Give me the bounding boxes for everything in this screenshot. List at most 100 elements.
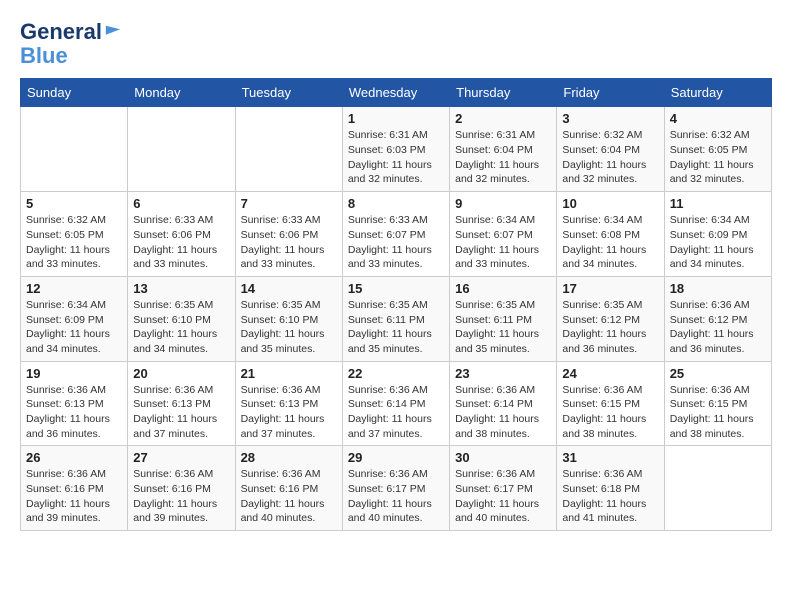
calendar-cell: 24 Sunrise: 6:36 AM Sunset: 6:15 PM Dayli… (557, 361, 664, 446)
calendar-week-2: 5 Sunrise: 6:32 AM Sunset: 6:05 PM Daylig… (21, 192, 772, 277)
calendar-cell: 7 Sunrise: 6:33 AM Sunset: 6:06 PM Daylig… (235, 192, 342, 277)
day-number: 1 (348, 111, 444, 126)
day-number: 3 (562, 111, 658, 126)
day-number: 25 (670, 366, 766, 381)
day-number: 20 (133, 366, 229, 381)
weekday-header-friday: Friday (557, 79, 664, 107)
calendar-cell: 19 Sunrise: 6:36 AM Sunset: 6:13 PM Dayli… (21, 361, 128, 446)
day-info: Sunrise: 6:36 AM Sunset: 6:15 PM Dayligh… (562, 383, 658, 442)
day-info: Sunrise: 6:32 AM Sunset: 6:05 PM Dayligh… (26, 213, 122, 272)
calendar-week-3: 12Sunrise: 6:34 AM Sunset: 6:09 PM Dayli… (21, 276, 772, 361)
day-number: 19 (26, 366, 122, 381)
day-number: 4 (670, 111, 766, 126)
day-number: 8 (348, 196, 444, 211)
day-info: Sunrise: 6:34 AM Sunset: 6:09 PM Dayligh… (670, 213, 766, 272)
day-info: Sunrise: 6:36 AM Sunset: 6:15 PM Dayligh… (670, 383, 766, 442)
day-number: 7 (241, 196, 337, 211)
calendar-cell: 5 Sunrise: 6:32 AM Sunset: 6:05 PM Daylig… (21, 192, 128, 277)
day-number: 26 (26, 450, 122, 465)
day-info: Sunrise: 6:36 AM Sunset: 6:17 PM Dayligh… (455, 467, 551, 526)
day-info: Sunrise: 6:36 AM Sunset: 6:14 PM Dayligh… (348, 383, 444, 442)
calendar-cell (21, 107, 128, 192)
logo-flag-icon (104, 23, 122, 41)
day-number: 9 (455, 196, 551, 211)
calendar-cell (235, 107, 342, 192)
calendar-cell: 1Sunrise: 6:31 AM Sunset: 6:03 PM Daylig… (342, 107, 449, 192)
calendar-cell: 2Sunrise: 6:31 AM Sunset: 6:04 PM Daylig… (450, 107, 557, 192)
weekday-header-monday: Monday (128, 79, 235, 107)
day-number: 16 (455, 281, 551, 296)
day-info: Sunrise: 6:36 AM Sunset: 6:12 PM Dayligh… (670, 298, 766, 357)
calendar-cell: 23 Sunrise: 6:36 AM Sunset: 6:14 PM Dayli… (450, 361, 557, 446)
calendar-cell: 16 Sunrise: 6:35 AM Sunset: 6:11 PM Dayli… (450, 276, 557, 361)
calendar-cell: 21 Sunrise: 6:36 AM Sunset: 6:13 PM Dayli… (235, 361, 342, 446)
day-number: 11 (670, 196, 766, 211)
calendar-cell: 18 Sunrise: 6:36 AM Sunset: 6:12 PM Dayli… (664, 276, 771, 361)
day-info: Sunrise: 6:36 AM Sunset: 6:14 PM Dayligh… (455, 383, 551, 442)
logo: General Blue (20, 20, 122, 68)
calendar-cell: 22 Sunrise: 6:36 AM Sunset: 6:14 PM Dayli… (342, 361, 449, 446)
calendar-cell: 12Sunrise: 6:34 AM Sunset: 6:09 PM Dayli… (21, 276, 128, 361)
day-info: Sunrise: 6:35 AM Sunset: 6:10 PM Dayligh… (133, 298, 229, 357)
weekday-header-saturday: Saturday (664, 79, 771, 107)
day-number: 18 (670, 281, 766, 296)
day-info: Sunrise: 6:36 AM Sunset: 6:13 PM Dayligh… (133, 383, 229, 442)
calendar-cell: 17 Sunrise: 6:35 AM Sunset: 6:12 PM Dayli… (557, 276, 664, 361)
calendar-cell: 29 Sunrise: 6:36 AM Sunset: 6:17 PM Dayli… (342, 446, 449, 531)
calendar-cell (128, 107, 235, 192)
calendar-cell: 28 Sunrise: 6:36 AM Sunset: 6:16 PM Dayli… (235, 446, 342, 531)
day-info: Sunrise: 6:36 AM Sunset: 6:16 PM Dayligh… (133, 467, 229, 526)
day-number: 6 (133, 196, 229, 211)
day-number: 15 (348, 281, 444, 296)
day-number: 13 (133, 281, 229, 296)
logo-text-general: General (20, 20, 102, 44)
calendar-cell: 3Sunrise: 6:32 AM Sunset: 6:04 PM Daylig… (557, 107, 664, 192)
day-info: Sunrise: 6:34 AM Sunset: 6:09 PM Dayligh… (26, 298, 122, 357)
weekday-header-thursday: Thursday (450, 79, 557, 107)
day-number: 27 (133, 450, 229, 465)
calendar-cell: 25 Sunrise: 6:36 AM Sunset: 6:15 PM Dayli… (664, 361, 771, 446)
day-info: Sunrise: 6:36 AM Sunset: 6:17 PM Dayligh… (348, 467, 444, 526)
day-number: 21 (241, 366, 337, 381)
calendar-cell: 8Sunrise: 6:33 AM Sunset: 6:07 PM Daylig… (342, 192, 449, 277)
calendar-cell: 6Sunrise: 6:33 AM Sunset: 6:06 PM Daylig… (128, 192, 235, 277)
day-info: Sunrise: 6:34 AM Sunset: 6:07 PM Dayligh… (455, 213, 551, 272)
calendar-cell: 13 Sunrise: 6:35 AM Sunset: 6:10 PM Dayli… (128, 276, 235, 361)
day-info: Sunrise: 6:34 AM Sunset: 6:08 PM Dayligh… (562, 213, 658, 272)
weekday-header-wednesday: Wednesday (342, 79, 449, 107)
calendar-table: SundayMondayTuesdayWednesdayThursdayFrid… (20, 78, 772, 531)
day-info: Sunrise: 6:36 AM Sunset: 6:16 PM Dayligh… (241, 467, 337, 526)
calendar-header-row: SundayMondayTuesdayWednesdayThursdayFrid… (21, 79, 772, 107)
calendar-cell: 4 Sunrise: 6:32 AM Sunset: 6:05 PM Daylig… (664, 107, 771, 192)
day-info: Sunrise: 6:36 AM Sunset: 6:13 PM Dayligh… (26, 383, 122, 442)
day-number: 31 (562, 450, 658, 465)
day-info: Sunrise: 6:36 AM Sunset: 6:18 PM Dayligh… (562, 467, 658, 526)
day-number: 30 (455, 450, 551, 465)
day-number: 24 (562, 366, 658, 381)
day-number: 5 (26, 196, 122, 211)
calendar-week-4: 19 Sunrise: 6:36 AM Sunset: 6:13 PM Dayli… (21, 361, 772, 446)
calendar-week-1: 1Sunrise: 6:31 AM Sunset: 6:03 PM Daylig… (21, 107, 772, 192)
day-info: Sunrise: 6:35 AM Sunset: 6:11 PM Dayligh… (455, 298, 551, 357)
calendar-cell: 15 Sunrise: 6:35 AM Sunset: 6:11 PM Dayli… (342, 276, 449, 361)
day-number: 23 (455, 366, 551, 381)
day-info: Sunrise: 6:36 AM Sunset: 6:16 PM Dayligh… (26, 467, 122, 526)
day-info: Sunrise: 6:33 AM Sunset: 6:06 PM Dayligh… (241, 213, 337, 272)
calendar-cell: 9 Sunrise: 6:34 AM Sunset: 6:07 PM Daylig… (450, 192, 557, 277)
calendar-cell: 30 Sunrise: 6:36 AM Sunset: 6:17 PM Dayli… (450, 446, 557, 531)
day-number: 17 (562, 281, 658, 296)
day-info: Sunrise: 6:35 AM Sunset: 6:11 PM Dayligh… (348, 298, 444, 357)
day-number: 22 (348, 366, 444, 381)
calendar-cell: 26 Sunrise: 6:36 AM Sunset: 6:16 PM Dayli… (21, 446, 128, 531)
day-number: 29 (348, 450, 444, 465)
weekday-header-tuesday: Tuesday (235, 79, 342, 107)
day-number: 14 (241, 281, 337, 296)
day-number: 2 (455, 111, 551, 126)
day-info: Sunrise: 6:36 AM Sunset: 6:13 PM Dayligh… (241, 383, 337, 442)
day-info: Sunrise: 6:32 AM Sunset: 6:05 PM Dayligh… (670, 128, 766, 187)
day-number: 28 (241, 450, 337, 465)
calendar-cell: 20 Sunrise: 6:36 AM Sunset: 6:13 PM Dayli… (128, 361, 235, 446)
day-info: Sunrise: 6:35 AM Sunset: 6:12 PM Dayligh… (562, 298, 658, 357)
weekday-header-sunday: Sunday (21, 79, 128, 107)
logo-text-blue: Blue (20, 44, 122, 68)
